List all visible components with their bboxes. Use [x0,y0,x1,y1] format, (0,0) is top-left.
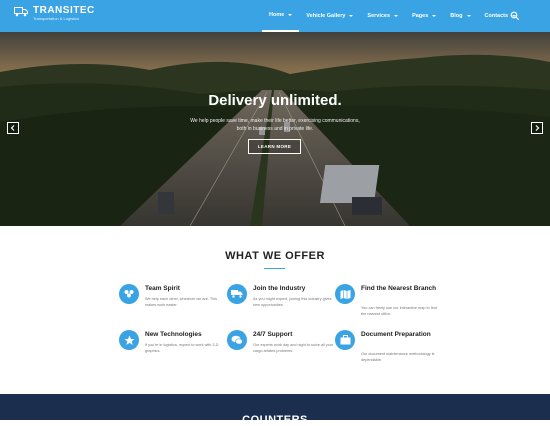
feature-description: We help each other, wherever we are. Thi… [145,297,218,307]
menu-item-label: Pages [412,13,429,19]
feature-title: Find the Nearest Branch [361,285,437,292]
search-icon[interactable] [510,11,520,21]
feature-team-spirit: Team Spirit We help each other, wherever… [119,284,217,324]
feature-description: If you're in logistics, expect to work w… [145,343,219,353]
caret-down-icon [288,14,293,16]
menu-item-vehicle-gallery[interactable]: Vehicle Gallery [299,0,360,32]
menu-item-label: Services [367,13,391,19]
main-menu: Home Vehicle Gallery Services Pages Blog… [262,0,523,32]
menu-item-pages[interactable]: Pages [405,0,443,32]
caret-down-icon [349,15,354,17]
menu-item-label: Vehicle Gallery [306,13,346,19]
brand-tagline: Transportation & Logistics [33,16,80,21]
feature-join-industry: Join the Industry As you might expect, j… [227,284,332,324]
team-icon [119,284,139,304]
feature-description: As you might expect, joining this indust… [253,297,332,307]
title-underline [264,268,285,269]
what-we-offer-section: WHAT WE OFFER Team Spirit We help each o… [0,226,550,394]
brand-logo[interactable]: TRANSITEC Transportation & Logistics [14,5,95,22]
feature-description: Our experts work day and night to solve … [253,343,334,353]
feature-title: 24/7 Support [253,331,293,338]
truck-icon [227,284,247,304]
star-icon [119,330,139,350]
feature-title: New Technologies [145,331,202,338]
section-title: WHAT WE OFFER [225,250,325,262]
feature-title: Team Spirit [145,285,180,292]
menu-item-label: Blog [450,13,463,19]
slider-prev-button[interactable] [7,122,19,134]
slider-next-button[interactable] [531,122,543,134]
chevron-right-icon [535,125,540,131]
brand-name: TRANSITEC [33,5,95,16]
learn-more-button[interactable]: LEARN MORE [248,139,301,154]
feature-title: Join the Industry [253,285,306,292]
feature-new-technologies: New Technologies If you're in logistics,… [119,330,219,370]
briefcase-icon [335,330,355,350]
feature-support: 24/7 Support Our experts work day and ni… [227,330,333,370]
caret-down-icon [466,15,471,17]
menu-item-blog[interactable]: Blog [443,0,477,32]
menu-item-label: Home [269,12,285,18]
top-navbar: TRANSITEC Transportation & Logistics Hom… [0,0,550,32]
hero-subtitle: We help people save time, make their lif… [190,118,360,132]
caret-down-icon [394,15,399,17]
menu-item-services[interactable]: Services [360,0,405,32]
menu-item-home[interactable]: Home [262,0,300,32]
caret-down-icon [432,15,437,17]
hero-slider: Delivery unlimited. We help people save … [0,32,550,226]
map-icon [335,284,355,304]
truck-icon [14,7,28,17]
feature-find-branch: Find the Nearest Branch You can freely u… [335,284,437,324]
section-title: COUNTERS [242,414,308,426]
chevron-left-icon [10,125,15,131]
hero-title: Delivery unlimited. [208,92,342,109]
feature-description: You can freely use our interactive map t… [361,306,437,316]
menu-item-label: Contacts [484,13,509,19]
feature-document-preparation: Document Preparation Our document mainte… [335,330,434,370]
feature-description: Our document maintenance methodology is … [361,352,435,362]
chat-icon [227,330,247,350]
feature-title: Document Preparation [361,331,431,338]
counters-section: COUNTERS [0,394,550,426]
